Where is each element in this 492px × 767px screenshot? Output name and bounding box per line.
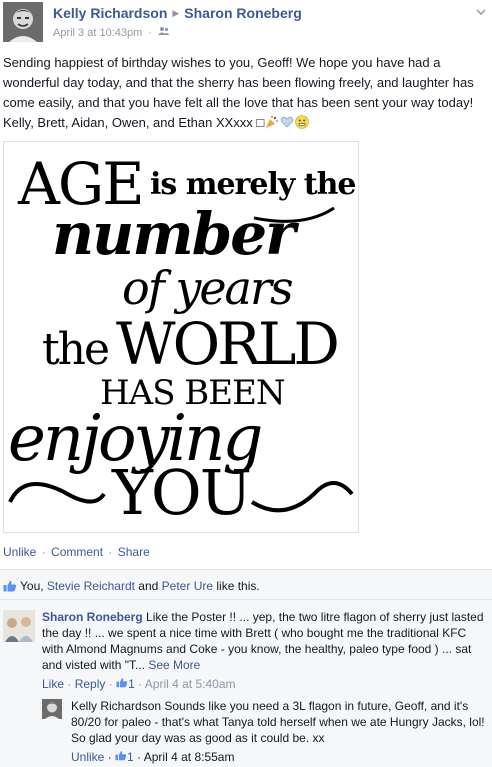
poster-is-merely: is merely the	[150, 167, 355, 202]
thumbs-up-icon	[3, 580, 17, 592]
author-avatar[interactable]	[3, 2, 43, 42]
comment-like-count[interactable]: 1	[116, 677, 135, 691]
poster-the: the	[42, 324, 108, 375]
reply-body: Kelly Richardson Sounds like you need a …	[71, 698, 489, 765]
like-count: 1	[128, 677, 135, 691]
comment-item: Sharon Roneberg Like the Poster !! ... y…	[0, 610, 492, 692]
foot-dot: ·	[108, 677, 117, 691]
reply-author-link[interactable]: Kelly Richardson	[71, 699, 161, 713]
see-more-link[interactable]: See More	[148, 658, 200, 672]
thumbs-up-icon	[115, 750, 127, 764]
post-header: Kelly Richardson ▶ Sharon Roneberg April 3…	[3, 2, 489, 42]
comment-like-link[interactable]: Like	[42, 677, 64, 691]
reply-like-count[interactable]: 1	[115, 750, 134, 764]
foot-dot: ·	[137, 750, 144, 764]
comment-footer: Like · Reply · 1 · April 4 at 5:40am	[42, 676, 488, 692]
comment-author-link[interactable]: Sharon Roneberg	[42, 610, 143, 624]
author-name-link[interactable]: Kelly Richardson	[53, 5, 167, 21]
likes-you: You,	[20, 579, 47, 593]
friends-icon[interactable]	[158, 27, 170, 39]
reply-time[interactable]: April 4 at 8:55am	[144, 750, 235, 764]
post-names: Kelly Richardson ▶ Sharon Roneberg	[53, 5, 302, 21]
like-sentence: You, Stevie Reichardt and Peter Ure like…	[0, 570, 492, 600]
poster-world: WORLD	[116, 310, 337, 378]
foot-dot: ·	[138, 677, 145, 691]
party-popper-icon	[265, 115, 279, 129]
post-message: Sending happiest of birthday wishes to y…	[3, 53, 489, 133]
reply-item: Kelly Richardson Sounds like you need a …	[42, 699, 492, 765]
poster-of-years: of years	[122, 261, 293, 315]
triangle-right-icon: ▶	[172, 8, 180, 18]
feedback-section: You, Stevie Reichardt and Peter Ure like…	[0, 569, 492, 767]
reply-avatar[interactable]	[42, 699, 62, 719]
liker-link[interactable]: Peter Ure	[162, 579, 213, 593]
action-dot: ·	[108, 545, 113, 559]
likes-suffix: like this.	[213, 579, 260, 593]
post-story: Kelly Richardson ▶ Sharon Roneberg April 3…	[0, 0, 492, 767]
poster-you: YOU	[111, 456, 250, 529]
reply-footer: Unlike · 1 · April 4 at 8:55am	[71, 749, 489, 765]
thumbs-up-icon	[116, 677, 128, 691]
reply-unlike-link[interactable]: Unlike	[71, 750, 104, 764]
foot-dot: ·	[67, 677, 75, 691]
like-count: 1	[127, 750, 134, 764]
comment-time[interactable]: April 4 at 5:40am	[145, 677, 236, 691]
commenter-avatar[interactable]	[3, 610, 35, 642]
post-photo[interactable]: AGE is merely the number of years the WO…	[3, 141, 359, 533]
poster-number: number	[52, 200, 300, 268]
action-dot: ·	[41, 545, 46, 559]
comment-body: Sharon Roneberg Like the Poster !! ... y…	[42, 609, 488, 692]
likes-and: and	[134, 579, 162, 593]
recipient-name-link[interactable]: Sharon Roneberg	[184, 5, 301, 21]
unlike-link[interactable]: Unlike	[3, 545, 36, 559]
chevron-down-icon[interactable]	[475, 6, 487, 18]
post-meta: April 3 at 10:43pm ·	[53, 26, 170, 39]
post-actions: Unlike · Comment · Share	[3, 545, 150, 559]
heart-icon	[280, 115, 294, 129]
liker-link[interactable]: Stevie Reichardt	[47, 579, 135, 593]
post-message-text: Sending happiest of birthday wishes to y…	[3, 55, 474, 130]
comment-link[interactable]: Comment	[51, 545, 103, 559]
meta-dot: ·	[145, 27, 156, 39]
comment-reply-link[interactable]: Reply	[75, 677, 106, 691]
smiley-icon	[295, 115, 310, 129]
foot-dot: ·	[107, 750, 116, 764]
share-link[interactable]: Share	[118, 545, 150, 559]
post-timestamp[interactable]: April 3 at 10:43pm	[53, 27, 142, 39]
